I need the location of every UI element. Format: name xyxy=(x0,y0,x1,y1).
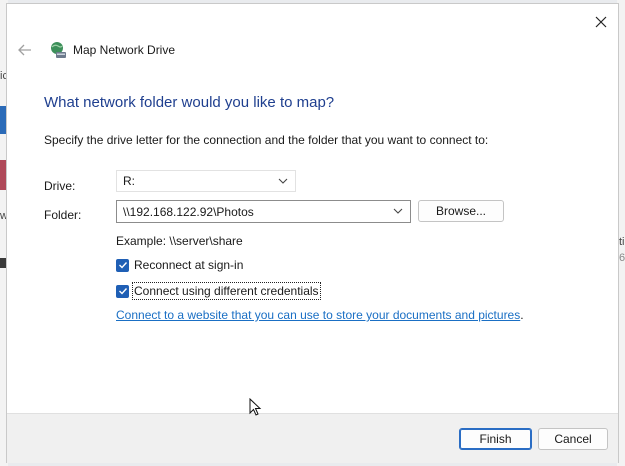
back-button[interactable] xyxy=(15,40,35,60)
finish-button[interactable]: Finish xyxy=(459,428,532,450)
reconnect-checkbox-row[interactable]: Reconnect at sign-in xyxy=(116,257,244,273)
window-title: Map Network Drive xyxy=(73,43,176,57)
website-link-line: Connect to a website that you can use to… xyxy=(116,308,524,322)
folder-combobox[interactable]: \\192.168.122.92\Photos xyxy=(116,200,411,223)
close-icon xyxy=(595,16,607,28)
folder-value: \\192.168.122.92\Photos xyxy=(123,204,254,219)
browse-button[interactable]: Browse... xyxy=(418,200,504,222)
example-text: Example: \\server\share xyxy=(116,234,243,248)
drive-label: Drive: xyxy=(44,179,76,193)
link-suffix: . xyxy=(520,308,524,322)
drive-dropdown[interactable]: R: xyxy=(116,170,296,192)
map-network-drive-dialog: Map Network Drive What network folder wo… xyxy=(6,3,619,463)
checkmark-icon xyxy=(118,288,127,295)
arrow-left-icon xyxy=(18,44,31,56)
website-link[interactable]: Connect to a website that you can use to… xyxy=(116,308,520,322)
credentials-checkbox-row[interactable]: Connect using different credentials xyxy=(116,282,321,300)
instructions-text: Specify the drive letter for the connect… xyxy=(44,133,489,147)
cancel-button[interactable]: Cancel xyxy=(538,428,608,450)
background-text: 63 xyxy=(619,252,625,264)
reconnect-label: Reconnect at sign-in xyxy=(134,258,244,272)
credentials-checkbox[interactable] xyxy=(116,284,129,298)
mouse-cursor-icon xyxy=(249,398,262,416)
close-button[interactable] xyxy=(590,11,612,33)
background-text: ti xyxy=(619,236,625,248)
page-heading: What network folder would you like to ma… xyxy=(44,94,335,111)
checkmark-icon xyxy=(118,262,127,269)
network-drive-icon xyxy=(51,42,66,58)
chevron-down-icon xyxy=(393,208,403,214)
dialog-header: Map Network Drive xyxy=(15,40,175,60)
chevron-down-icon xyxy=(278,178,288,184)
drive-value: R: xyxy=(123,174,135,188)
credentials-label: Connect using different credentials xyxy=(132,282,321,300)
folder-label: Folder: xyxy=(44,208,82,222)
reconnect-checkbox[interactable] xyxy=(116,258,129,272)
